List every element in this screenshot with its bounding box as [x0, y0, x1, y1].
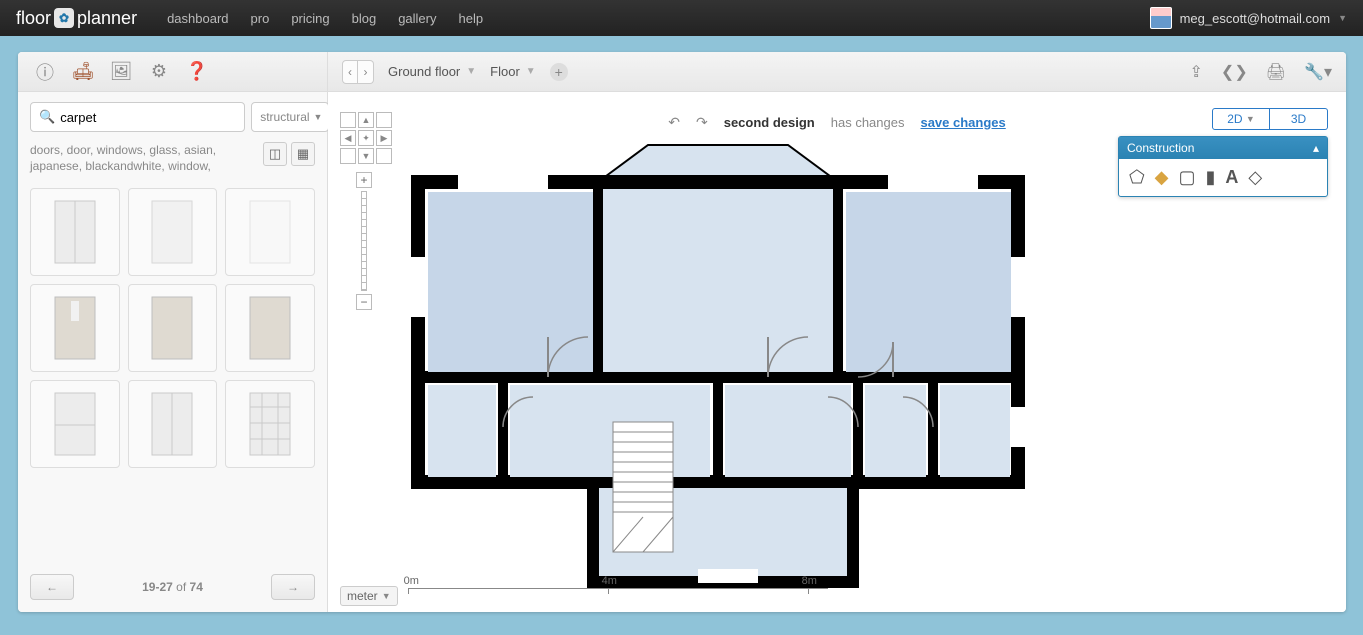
export-icon[interactable]: ⇪ — [1190, 62, 1203, 82]
zoom-out-button[interactable]: − — [356, 294, 372, 310]
nav-blog[interactable]: blog — [352, 11, 377, 26]
pan-sw[interactable] — [340, 148, 356, 164]
pan-center[interactable]: ✦ — [358, 130, 374, 146]
pan-nw[interactable] — [340, 112, 356, 128]
pan-e[interactable]: ▶ — [376, 130, 392, 146]
user-email: meg_escott@hotmail.com — [1180, 11, 1330, 26]
category-dropdown[interactable]: structural ▼ — [251, 102, 329, 132]
sidebar-toolbar: ⓘ 🛋 🖼 ⚙ ❓ — [18, 52, 327, 92]
pan-s[interactable]: ▼ — [358, 148, 374, 164]
nav-help[interactable]: help — [458, 11, 483, 26]
tools-icon[interactable]: ⚙ — [146, 59, 172, 85]
pan-ne[interactable] — [376, 112, 392, 128]
photo-icon[interactable]: 🖼 — [108, 59, 134, 85]
ground-floor-dropdown[interactable]: Ground floor▼ — [388, 64, 476, 79]
pan-n[interactable]: ▲ — [358, 112, 374, 128]
undo-button[interactable]: ↶ — [668, 114, 680, 131]
library-item[interactable] — [30, 284, 120, 372]
search-box: 🔍 — [30, 102, 245, 132]
chevron-down-icon: ▼ — [314, 112, 323, 122]
pan-se[interactable] — [376, 148, 392, 164]
next-button[interactable]: › — [358, 60, 374, 84]
redo-button[interactable]: ↷ — [696, 114, 708, 131]
prev-button[interactable]: ‹ — [342, 60, 358, 84]
library-item[interactable] — [128, 284, 218, 372]
logo-icon: ✿ — [54, 8, 74, 28]
canvas-toolbar: ‹ › Ground floor▼ Floor▼ + ⇪ ❮❯ 🖨 🔧▾ — [328, 52, 1346, 92]
ruler-scale: 0m 4m 8m — [408, 588, 828, 604]
view-toggle: 2D ▼ 3D — [1212, 108, 1328, 130]
sidebar-search-row: 🔍 structural ▼ — [18, 92, 327, 142]
nav-dashboard[interactable]: dashboard — [167, 11, 228, 26]
library-grid — [18, 180, 327, 476]
changes-label: has changes — [831, 115, 905, 130]
nav-pro[interactable]: pro — [251, 11, 270, 26]
logo-pre: floor — [16, 8, 51, 29]
logo[interactable]: floor ✿ planner — [16, 8, 137, 29]
library-item[interactable] — [30, 188, 120, 276]
help-icon[interactable]: ❓ — [184, 59, 210, 85]
info-icon[interactable]: ⓘ — [32, 59, 58, 85]
avatar-icon — [1150, 7, 1172, 29]
category-label: structural — [260, 110, 309, 124]
user-menu[interactable]: meg_escott@hotmail.com ▼ — [1150, 7, 1347, 29]
history-split: ‹ › — [342, 60, 374, 84]
sofa-icon[interactable]: 🛋 — [70, 59, 96, 85]
design-status-bar: ↶ ↷ second design has changes save chang… — [668, 114, 1006, 131]
library-sidebar: ⓘ 🛋 🖼 ⚙ ❓ 🔍 structural ▼ doors, door, wi… — [18, 52, 328, 612]
prev-page-button[interactable]: ← — [30, 574, 74, 600]
floorplan-canvas[interactable] — [398, 137, 1336, 592]
share-icon[interactable]: ❮❯ — [1221, 62, 1248, 82]
nav-gallery[interactable]: gallery — [398, 11, 436, 26]
next-page-button[interactable]: → — [271, 574, 315, 600]
view-2d-toggle[interactable]: ▦ — [291, 142, 315, 166]
zoom-control: + − — [354, 172, 374, 310]
search-input[interactable] — [60, 110, 236, 125]
canvas-right-tools: ⇪ ❮❯ 🖨 🔧▾ — [1190, 62, 1332, 82]
wrench-icon[interactable]: 🔧▾ — [1304, 62, 1332, 82]
view-3d-button[interactable]: 3D — [1270, 108, 1328, 130]
library-item[interactable] — [225, 284, 315, 372]
tag-row: doors, door, windows, glass, asian, japa… — [18, 142, 327, 180]
pan-control: ▲ ◀ ✦ ▶ ▼ — [340, 112, 392, 164]
logo-post: planner — [77, 8, 137, 29]
view-2d-button[interactable]: 2D ▼ — [1212, 108, 1270, 130]
save-link[interactable]: save changes — [920, 115, 1005, 130]
tag-list[interactable]: doors, door, windows, glass, asian, japa… — [30, 142, 230, 174]
print-icon[interactable]: 🖨 — [1266, 62, 1286, 82]
canvas-area: ‹ › Ground floor▼ Floor▼ + ⇪ ❮❯ 🖨 🔧▾ ↶ ↷… — [328, 52, 1346, 612]
library-item[interactable] — [225, 188, 315, 276]
workspace: ⓘ 🛋 🖼 ⚙ ❓ 🔍 structural ▼ doors, door, wi… — [18, 52, 1346, 612]
library-item[interactable] — [30, 380, 120, 468]
pan-w[interactable]: ◀ — [340, 130, 356, 146]
nav-pricing[interactable]: pricing — [291, 11, 329, 26]
library-pager: ← 19-27 of 74 → — [18, 564, 327, 612]
library-item[interactable] — [128, 380, 218, 468]
add-floor-button[interactable]: + — [550, 63, 568, 81]
library-item[interactable] — [128, 188, 218, 276]
library-item[interactable] — [225, 380, 315, 468]
zoom-slider[interactable] — [361, 191, 367, 291]
zoom-in-button[interactable]: + — [356, 172, 372, 188]
unit-dropdown[interactable]: meter▼ — [340, 586, 398, 606]
floor-dropdown[interactable]: Floor▼ — [490, 64, 536, 79]
top-nav: floor ✿ planner dashboard pro pricing bl… — [0, 0, 1363, 36]
page-label: 19-27 of 74 — [142, 580, 203, 594]
chevron-down-icon: ▼ — [1338, 13, 1347, 23]
design-name: second design — [724, 115, 815, 130]
view-3d-toggle[interactable]: ◫ — [263, 142, 287, 166]
nav-links: dashboard pro pricing blog gallery help — [167, 11, 1150, 26]
search-icon: 🔍 — [39, 109, 55, 125]
bottom-ruler: meter▼ 0m 4m 8m — [340, 586, 1326, 606]
